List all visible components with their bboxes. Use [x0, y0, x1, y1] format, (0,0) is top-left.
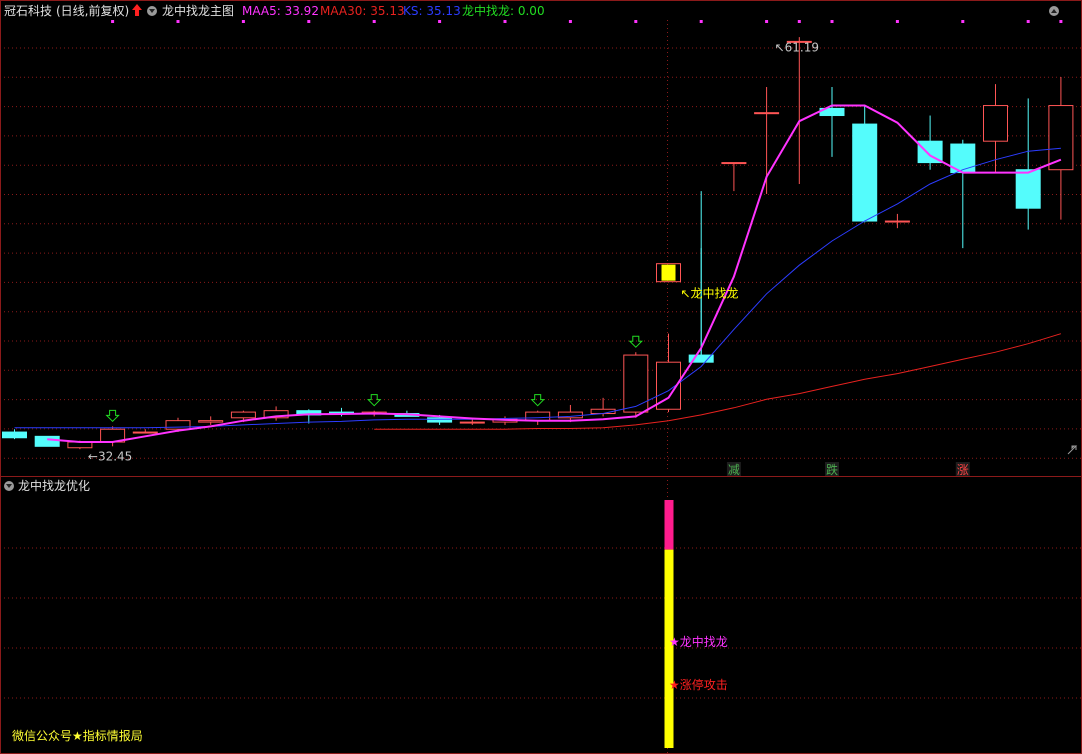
candle-body-up: [721, 162, 747, 165]
top-dot: [307, 20, 311, 23]
footer-watermark: 微信公众号★指标情报局: [12, 728, 143, 743]
up-arrow-icon: [132, 4, 142, 16]
ks-line: [14, 147, 1061, 429]
min-price-label: ←32.45: [88, 449, 132, 463]
top-dot: [699, 20, 703, 23]
top-dot: [797, 20, 801, 23]
top-dot: [372, 20, 376, 23]
ma5-line: [47, 104, 1062, 443]
top-dot: [1059, 20, 1063, 23]
period-label: (日线,前复权): [56, 3, 129, 18]
candle-body-up: [884, 220, 910, 223]
top-dot: [176, 20, 180, 23]
chart-stage: 冠石科技 (日线,前复权) 龙中找龙主图 MAA5: 33.92 MAA30: …: [0, 0, 1082, 754]
sub-label-zt: ★涨停攻击: [669, 677, 728, 692]
maa5-readout: MAA5: 33.92: [242, 4, 319, 18]
candle-body-up: [459, 421, 485, 424]
top-dot: [568, 20, 572, 23]
top-dot: [111, 20, 115, 23]
top-dot: [634, 20, 638, 23]
indicator-name: 龙中找龙主图: [162, 3, 234, 18]
candle-body-up: [525, 411, 551, 422]
collapse-icon[interactable]: [1049, 6, 1059, 16]
bottom-marker: 减: [728, 463, 740, 477]
down-arrow-icon: [530, 394, 545, 407]
top-dot: [895, 20, 899, 23]
expand-icon[interactable]: [1067, 445, 1078, 455]
top-dot: [830, 20, 834, 23]
down-arrow-icon: [366, 394, 382, 407]
sub-label-lzl: ★龙中找龙: [669, 634, 728, 649]
indicator-menu-icon[interactable]: [147, 6, 157, 16]
candle-body-up: [623, 354, 649, 413]
sub-bar-top: [664, 500, 674, 550]
top-dot: [1026, 20, 1030, 23]
candle-body-down: [34, 435, 60, 447]
top-dot: [241, 20, 245, 23]
stock-name: 冠石科技: [4, 4, 52, 18]
max-price-label: ↖61.19: [775, 41, 819, 55]
lzl-readout: 龙中找龙: 0.00: [462, 3, 545, 18]
bottom-marker: 涨: [957, 462, 969, 477]
top-dot: [765, 20, 769, 23]
main-plot: ↖龙中找龙 ↖61.19 ←32.45 减 跌 涨: [2, 20, 1074, 477]
candle-body-up: [983, 105, 1008, 142]
sub-plot: [664, 500, 674, 748]
candle-body-up: [754, 112, 780, 115]
top-dot: [961, 20, 965, 23]
candle-body-up: [132, 431, 158, 434]
down-arrow-icon: [105, 409, 120, 423]
sub-panel-title: 龙中找龙优化: [18, 478, 90, 493]
candle-body-up: [198, 420, 224, 423]
candle-body-up: [165, 420, 191, 430]
maa30-readout: MAA30: 35.13: [320, 4, 405, 18]
candle-body-down: [2, 431, 27, 439]
ks-readout: KS: 35.13: [403, 4, 461, 18]
signal-box: [661, 264, 676, 281]
frame: [0, 0, 1082, 754]
down-arrow-icon: [628, 335, 644, 348]
signal-box-label: ↖龙中找龙: [681, 286, 739, 301]
sub-menu-icon[interactable]: [4, 481, 14, 491]
bottom-marker: 跌: [826, 462, 838, 477]
candle-body-up: [230, 411, 256, 419]
sub-grid: [0, 480, 1082, 754]
top-dot: [503, 20, 507, 23]
candle-body-down: [427, 417, 453, 423]
top-dot: [438, 20, 442, 23]
candle-body-down: [1015, 169, 1041, 209]
candle-body-down: [852, 123, 878, 222]
